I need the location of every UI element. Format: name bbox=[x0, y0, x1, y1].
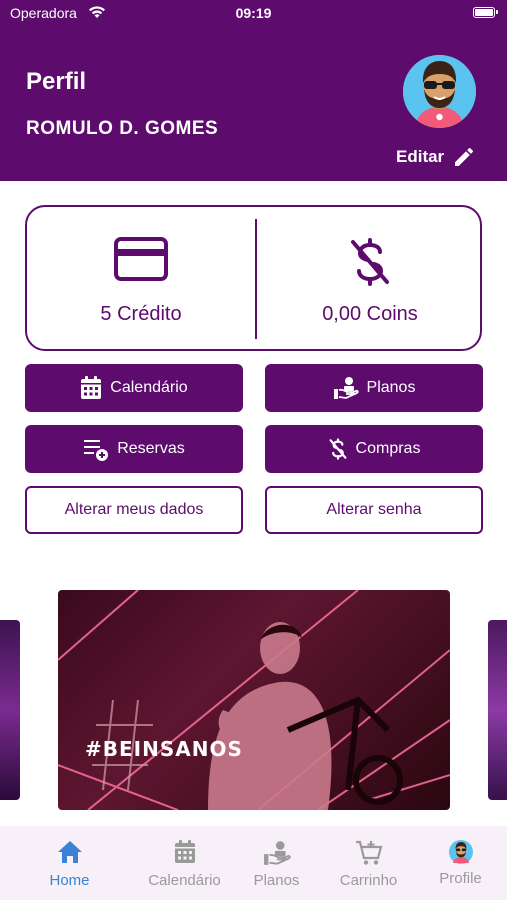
edit-data-button[interactable]: Alterar meus dados bbox=[25, 486, 243, 534]
tab-calendar-label: Calendário bbox=[148, 872, 221, 889]
carousel-slide-previous[interactable] bbox=[0, 620, 20, 800]
avatar[interactable] bbox=[403, 55, 476, 128]
tab-profile-label: Profile bbox=[439, 870, 482, 887]
battery-icon bbox=[473, 7, 498, 18]
tab-home-label: Home bbox=[49, 872, 90, 889]
list-add-icon bbox=[84, 440, 109, 461]
promo-carousel[interactable]: #BEINSANOS bbox=[0, 590, 507, 810]
change-password-button-label: Alterar senha bbox=[326, 501, 422, 518]
edit-profile-button[interactable]: Editar bbox=[396, 145, 476, 169]
tab-cart[interactable]: Carrinho bbox=[318, 826, 419, 900]
balance-card: 5 Crédito 0,00 Coins bbox=[25, 205, 482, 351]
credit-card-icon bbox=[114, 237, 168, 281]
tab-home[interactable]: Home bbox=[19, 826, 120, 900]
calendar-button[interactable]: Calendário bbox=[25, 364, 243, 412]
coins-section: 0,00 Coins bbox=[256, 207, 484, 353]
tab-plans-label: Planos bbox=[253, 872, 300, 889]
purchases-button-label: Compras bbox=[355, 440, 421, 457]
credits-section: 5 Crédito bbox=[27, 207, 255, 353]
user-name: ROMULO D. GOMES bbox=[26, 118, 219, 139]
dollar-off-icon bbox=[329, 438, 347, 460]
edit-label: Editar bbox=[396, 147, 445, 166]
tab-plans[interactable]: Planos bbox=[226, 826, 327, 900]
avatar bbox=[448, 840, 473, 864]
plans-button-label: Planos bbox=[366, 379, 416, 396]
cycling-class-image bbox=[58, 590, 450, 810]
reservations-button-label: Reservas bbox=[117, 440, 185, 457]
calendar-icon bbox=[174, 840, 195, 863]
plans-icon bbox=[263, 841, 291, 865]
change-password-button[interactable]: Alterar senha bbox=[265, 486, 483, 534]
pencil-icon bbox=[455, 147, 474, 166]
home-icon bbox=[57, 841, 82, 863]
plans-button[interactable]: Planos bbox=[265, 364, 483, 412]
coins-value: 0,00 Coins bbox=[322, 303, 418, 325]
page-title: Perfil bbox=[26, 68, 87, 95]
clock: 09:19 bbox=[235, 5, 272, 21]
calendar-icon bbox=[81, 376, 102, 399]
profile-header: Operadora 09:19 Perfil ROMULO D. GOMES E… bbox=[0, 0, 507, 181]
avatar-illustration bbox=[403, 55, 476, 128]
purchases-button[interactable]: Compras bbox=[265, 425, 483, 473]
calendar-button-label: Calendário bbox=[110, 379, 188, 396]
carousel-slide-current[interactable]: #BEINSANOS bbox=[58, 590, 450, 810]
reservations-button[interactable]: Reservas bbox=[25, 425, 243, 473]
status-bar: Operadora 09:19 bbox=[0, 0, 507, 28]
plans-icon bbox=[333, 377, 359, 399]
credits-value: 5 Crédito bbox=[100, 303, 182, 325]
bottom-tab-bar: Home Calendário Planos Carrinho Profile bbox=[0, 826, 507, 900]
dollar-off-icon bbox=[351, 238, 389, 286]
tab-cart-label: Carrinho bbox=[339, 872, 398, 889]
cart-icon bbox=[355, 840, 382, 865]
tab-profile[interactable]: Profile bbox=[410, 826, 507, 900]
edit-data-button-label: Alterar meus dados bbox=[64, 501, 204, 518]
tab-calendar[interactable]: Calendário bbox=[134, 826, 235, 900]
carousel-slide-next[interactable] bbox=[488, 620, 507, 800]
hashtag-label: #BEINSANOS bbox=[85, 737, 243, 761]
